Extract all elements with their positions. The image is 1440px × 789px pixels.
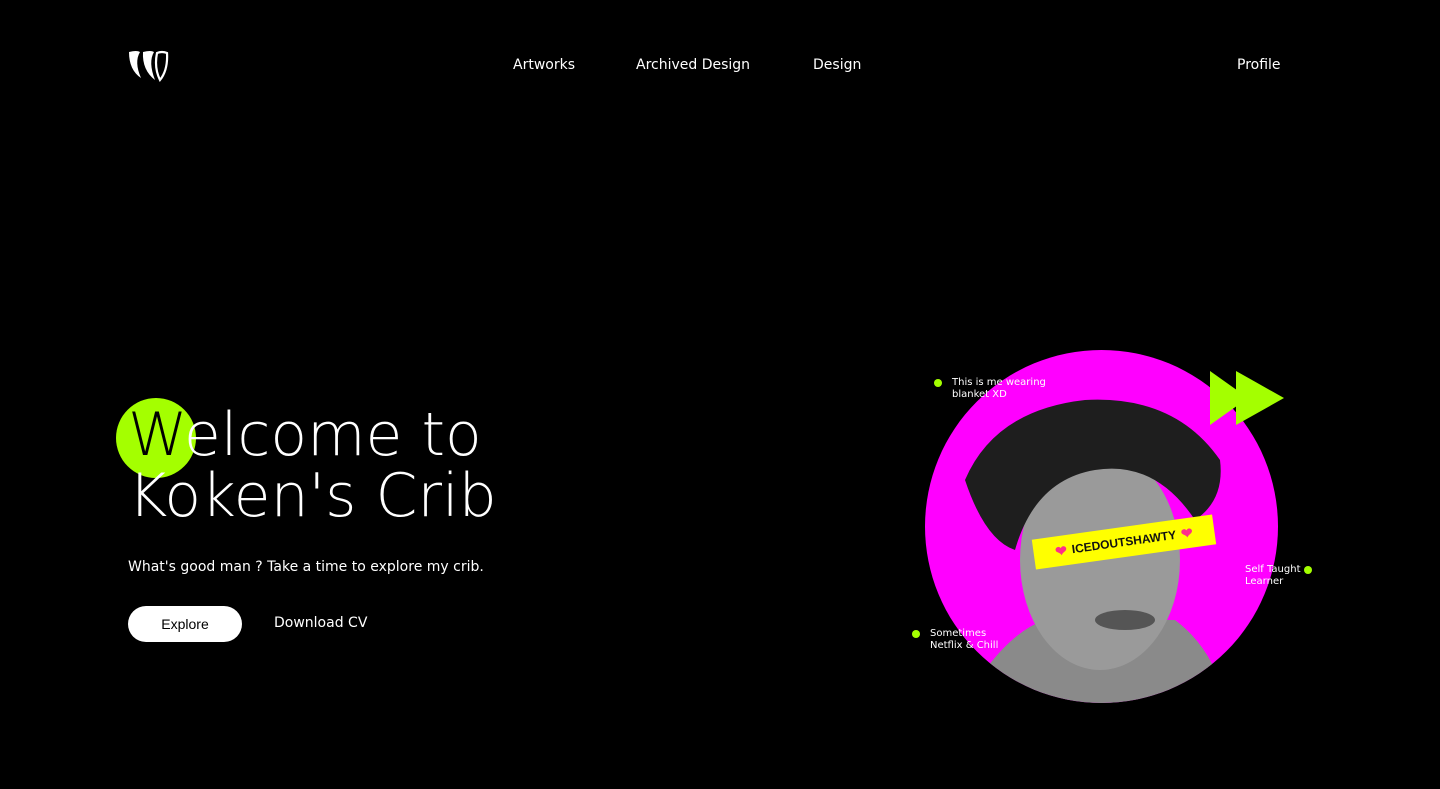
caption-self-taught: Self Taught Learner [1245, 564, 1301, 588]
nav-artworks[interactable]: Artworks [513, 57, 575, 73]
nav-archived-design[interactable]: Archived Design [636, 57, 750, 73]
title-first-letter: W [128, 400, 184, 470]
hero-subtitle: What's good man ? Take a time to explore… [128, 559, 484, 575]
caption-dot [912, 630, 920, 638]
nav-design[interactable]: Design [813, 57, 861, 73]
caption-line: Self Taught [1245, 564, 1301, 575]
heart-icon: ❤ [1054, 541, 1068, 560]
title-line1: elcome to [183, 400, 482, 470]
caption-line: This is me wearing [952, 377, 1046, 388]
download-cv-link[interactable]: Download CV [274, 615, 367, 631]
heart-icon: ❤ [1179, 523, 1194, 542]
caption-netflix: Sometimes Netflix & Chill [930, 628, 998, 652]
nav-profile[interactable]: Profile [1237, 57, 1281, 73]
caption-line: Netflix & Chill [930, 640, 999, 651]
caption-blanket: This is me wearing blanket XD [952, 377, 1046, 401]
explore-button[interactable]: Explore [128, 606, 242, 642]
title-line2: Koken's Crib [128, 461, 497, 531]
caption-line: blanket XD [952, 389, 1007, 400]
caption-dot [1304, 566, 1312, 574]
caption-line: Sometimes [930, 628, 987, 639]
caption-line: Learner [1245, 576, 1284, 587]
fast-forward-icon [1210, 371, 1284, 425]
hero-title: Welcome to Koken's Crib [128, 405, 497, 527]
caption-dot [934, 379, 942, 387]
logo-icon[interactable] [127, 50, 169, 82]
